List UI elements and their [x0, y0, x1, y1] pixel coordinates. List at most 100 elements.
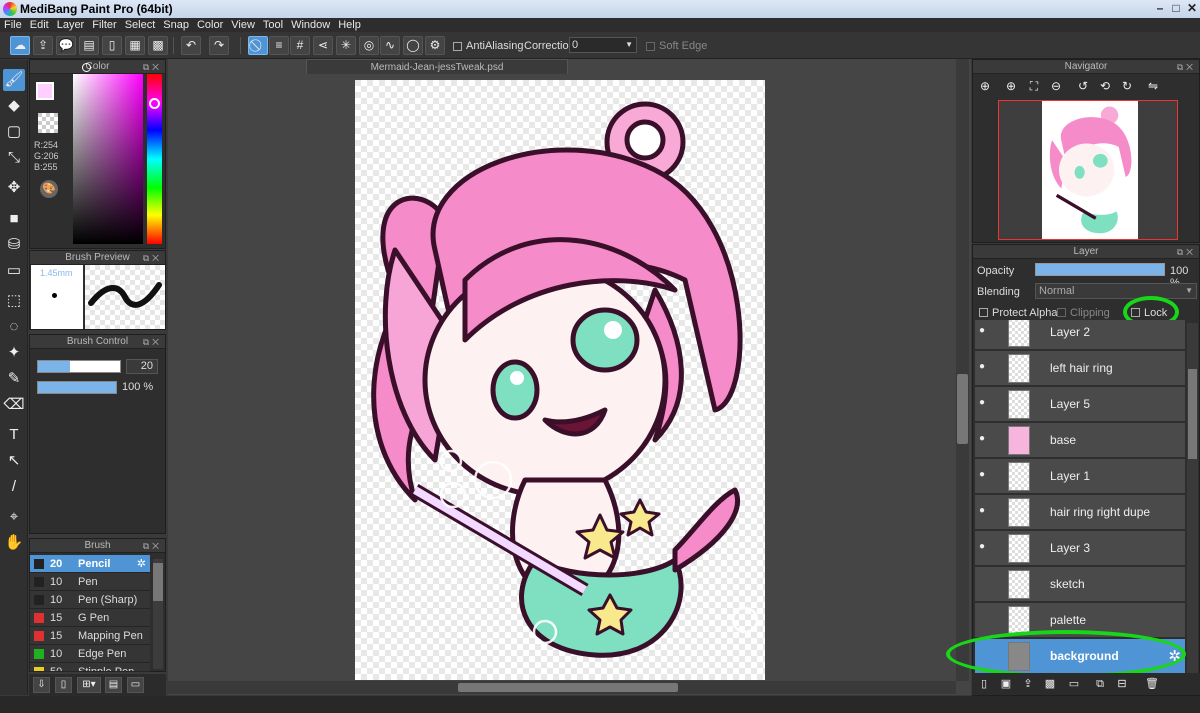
- rect-select-tool-icon[interactable]: ⬚: [3, 290, 25, 312]
- folder-icon[interactable]: ▭: [127, 677, 144, 693]
- menu-color[interactable]: Color: [193, 18, 227, 32]
- rotate-reset-icon[interactable]: ⟲: [1096, 78, 1114, 95]
- upload-icon[interactable]: ⇪: [33, 36, 53, 55]
- layer-row[interactable]: ● Layer 3: [975, 531, 1185, 566]
- gradient-tool-icon[interactable]: ▭: [3, 260, 25, 282]
- brush-size-slider[interactable]: [37, 360, 121, 373]
- brush-tool-icon[interactable]: 🖌: [3, 69, 25, 91]
- panel-controls-icon[interactable]: ⧉✕: [1177, 245, 1196, 259]
- brush-item[interactable]: 20 Pencil ✲: [30, 555, 150, 573]
- snap-off-icon[interactable]: ⃠: [248, 36, 268, 55]
- brush-opacity-slider[interactable]: [37, 381, 117, 394]
- navigator-thumbnail[interactable]: [998, 100, 1178, 240]
- clipping-checkbox[interactable]: [1057, 308, 1066, 317]
- page-icon[interactable]: ▯: [102, 36, 122, 55]
- speech-bubble-icon[interactable]: 💬: [56, 36, 76, 55]
- brush-settings-icon[interactable]: ▤: [105, 677, 122, 693]
- add-brush-menu-icon[interactable]: ⊞▾: [77, 677, 101, 693]
- protect-alpha-checkbox[interactable]: [979, 308, 988, 317]
- menu-snap[interactable]: Snap: [159, 18, 193, 32]
- scrollbar-thumb[interactable]: [957, 374, 968, 444]
- palette-icon[interactable]: 🎨: [40, 180, 58, 198]
- menu-filter[interactable]: Filter: [88, 18, 120, 32]
- parallel-snap-icon[interactable]: ≡: [269, 36, 289, 55]
- zoom-in-icon[interactable]: ⊕: [976, 78, 994, 95]
- select-pen-tool-icon[interactable]: ✎: [3, 368, 25, 390]
- fit-screen-icon[interactable]: ⛶: [1025, 78, 1043, 95]
- hue-slider-handle[interactable]: [149, 98, 160, 109]
- gear-icon[interactable]: ✲: [137, 555, 146, 573]
- grid-snap-icon[interactable]: #: [290, 36, 310, 55]
- zoom-in-icon[interactable]: ⊕: [1002, 78, 1020, 95]
- concentric-snap-icon[interactable]: ◎: [359, 36, 379, 55]
- layer-row[interactable]: sketch: [975, 567, 1185, 602]
- menu-view[interactable]: View: [227, 18, 259, 32]
- visibility-eye-icon[interactable]: ●: [979, 470, 989, 480]
- scrollbar-thumb[interactable]: [458, 683, 678, 692]
- lasso-tool-icon[interactable]: ◌: [3, 316, 25, 338]
- sv-picker-cursor[interactable]: [82, 63, 91, 72]
- saturation-value-picker[interactable]: [73, 74, 143, 244]
- layer-row[interactable]: ● Layer 2: [975, 320, 1185, 350]
- layer-row[interactable]: palette: [975, 603, 1185, 638]
- import-layer-icon[interactable]: ⇪: [1020, 676, 1036, 692]
- bucket-tool-icon[interactable]: ⛁: [3, 234, 25, 256]
- edit-line-tool-icon[interactable]: ⤡: [3, 147, 25, 169]
- brush-item[interactable]: 15 G Pen: [30, 609, 150, 627]
- dot-tool-icon[interactable]: ▢: [3, 121, 25, 143]
- antialiasing-checkbox[interactable]: [453, 42, 462, 51]
- duplicate-layer-icon[interactable]: ⧉: [1092, 676, 1108, 692]
- new-screentone-layer-icon[interactable]: ▩: [1042, 676, 1058, 692]
- undo-icon[interactable]: ↶: [181, 36, 201, 55]
- merge-down-icon[interactable]: ⊟: [1114, 676, 1130, 692]
- correction-dropdown[interactable]: 0 ▼: [569, 37, 637, 53]
- layer-row-selected[interactable]: background ✲: [975, 639, 1185, 674]
- brush-item[interactable]: 10 Pen (Sharp): [30, 591, 150, 609]
- zoom-out-icon[interactable]: ⊖: [1047, 78, 1065, 95]
- divide-tool-icon[interactable]: /: [3, 476, 25, 498]
- visibility-eye-icon[interactable]: ●: [979, 542, 989, 552]
- brush-item[interactable]: 10 Edge Pen: [30, 645, 150, 663]
- document-tab[interactable]: Mermaid-Jean-jessTweak.psd: [306, 59, 568, 74]
- select-eraser-tool-icon[interactable]: ⌫: [3, 394, 25, 416]
- brush-size-input[interactable]: 20: [126, 359, 158, 374]
- panel-controls-icon[interactable]: ⧉✕: [143, 335, 162, 349]
- layer-row[interactable]: ● left hair ring: [975, 351, 1185, 386]
- panel-controls-icon[interactable]: ⧉✕: [143, 539, 162, 553]
- trash-icon[interactable]: 🗑: [1144, 676, 1160, 692]
- menu-tool[interactable]: Tool: [259, 18, 287, 32]
- scrollbar-thumb[interactable]: [1188, 369, 1197, 459]
- canvas-horizontal-scrollbar[interactable]: [168, 681, 956, 694]
- cloud-download-icon[interactable]: ⇩: [33, 677, 50, 693]
- visibility-eye-icon[interactable]: ●: [979, 434, 989, 444]
- menu-layer[interactable]: Layer: [53, 18, 89, 32]
- perspective-snap-icon[interactable]: ⋖: [313, 36, 333, 55]
- panel-controls-icon[interactable]: ⧉✕: [143, 251, 162, 265]
- operation-tool-icon[interactable]: ↖: [3, 450, 25, 472]
- scrollbar-thumb[interactable]: [153, 563, 163, 601]
- menu-file[interactable]: File: [0, 18, 26, 32]
- soft-edge-checkbox[interactable]: [646, 42, 655, 51]
- new-layer-icon[interactable]: ▯: [976, 676, 992, 692]
- folder-icon[interactable]: ▭: [1066, 676, 1082, 692]
- gear-icon[interactable]: ✲: [1168, 647, 1181, 665]
- layer-row[interactable]: ● hair ring right dupe: [975, 495, 1185, 530]
- radial-snap-icon[interactable]: ✳: [336, 36, 356, 55]
- flip-horizontal-icon[interactable]: ⇋: [1144, 78, 1162, 95]
- visibility-eye-icon[interactable]: ●: [979, 362, 989, 372]
- snap-settings-gear-icon[interactable]: ⚙: [425, 36, 445, 55]
- brush-list-scrollbar[interactable]: [153, 559, 163, 669]
- ellipse-snap-icon[interactable]: ◯: [403, 36, 423, 55]
- rotate-left-icon[interactable]: ↺: [1074, 78, 1092, 95]
- brush-item[interactable]: 15 Mapping Pen: [30, 627, 150, 645]
- close-button[interactable]: ✕: [1182, 1, 1200, 16]
- visibility-eye-icon[interactable]: ●: [979, 506, 989, 516]
- layer-list-scrollbar[interactable]: [1187, 323, 1198, 675]
- menu-select[interactable]: Select: [121, 18, 160, 32]
- brush-item[interactable]: 50 Stipple Pen: [30, 663, 150, 672]
- brush-item[interactable]: 10 Pen: [30, 573, 150, 591]
- eyedropper-tool-icon[interactable]: ⌖: [3, 506, 25, 528]
- layer-row[interactable]: ● Layer 1: [975, 459, 1185, 494]
- layer-row[interactable]: ● Layer 5: [975, 387, 1185, 422]
- visibility-eye-icon[interactable]: ●: [979, 398, 989, 408]
